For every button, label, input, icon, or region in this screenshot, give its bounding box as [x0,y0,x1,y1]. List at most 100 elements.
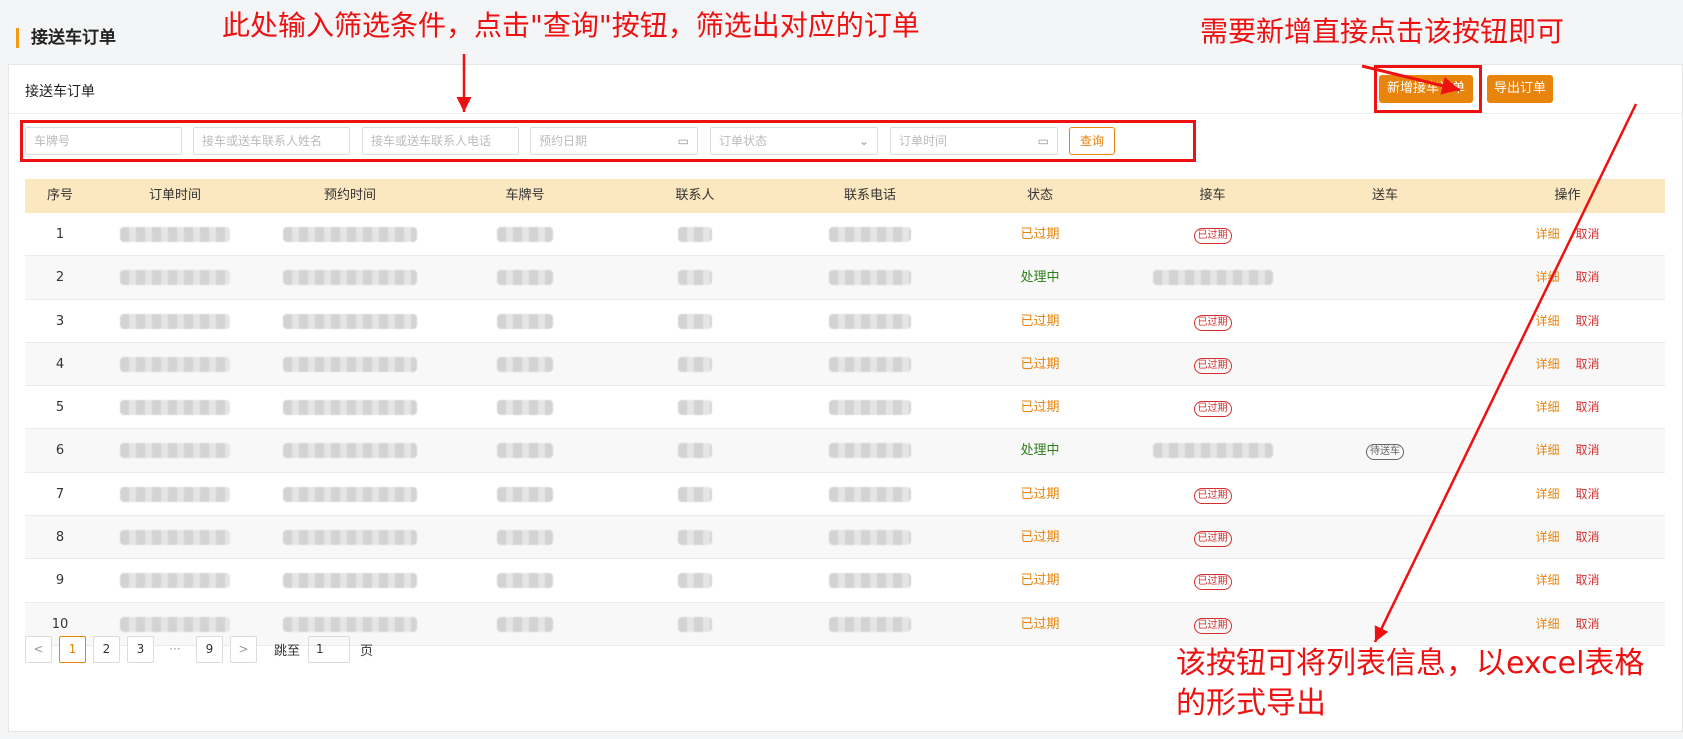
cell-phone-redacted [785,343,955,385]
pickup-redacted [1152,270,1273,286]
table-row: 6 处理中 待送车 详细 取消 [25,429,1665,473]
col-header-contact: 联系人 [675,188,715,203]
cell-booking-time-redacted [255,429,445,471]
detail-link[interactable]: 详细 [1535,270,1559,284]
cell-booking-time-redacted [255,300,445,342]
cell-dropoff [1300,300,1470,342]
page-button-last[interactable]: 9 [196,635,223,663]
cancel-link[interactable]: 取消 [1576,443,1600,457]
cancel-link[interactable]: 取消 [1576,270,1600,284]
pickup-tag: 已过期 [1193,574,1232,591]
cell-booking-time-redacted [255,343,445,385]
add-button-highlight-box [1374,65,1482,113]
cell-phone-redacted [785,256,955,298]
cell-status: 已过期 [1020,400,1060,416]
cell-order-time-redacted [95,300,255,342]
cell-dropoff: 待送车 [1300,429,1470,471]
col-header-status: 状态 [1026,188,1053,203]
detail-link[interactable]: 详细 [1535,314,1559,328]
detail-link[interactable]: 详细 [1535,573,1559,587]
cell-pickup: 已过期 [1125,300,1300,342]
cell-actions: 详细 取消 [1470,429,1665,471]
cell-status: 处理中 [1020,443,1060,459]
cancel-link[interactable]: 取消 [1576,227,1600,241]
table-row: 5 已过期 已过期 详细 取消 [25,386,1665,430]
detail-link[interactable]: 详细 [1535,487,1559,501]
cell-pickup: 已过期 [1125,603,1300,645]
order-table: 序号 订单时间 预约时间 车牌号 联系人 联系电话 状态 接车 送车 操作 1 已… [25,179,1665,646]
cell-no: 3 [55,313,65,329]
page-button-3[interactable]: 3 [127,635,154,663]
cell-booking-time-redacted [255,256,445,298]
cell-pickup: 已过期 [1125,559,1300,601]
col-header-no: 序号 [46,188,73,203]
cell-plate-redacted [445,603,605,645]
cancel-link[interactable]: 取消 [1576,573,1600,587]
export-order-button[interactable]: 导出订单 [1487,75,1553,103]
cell-dropoff [1300,386,1470,428]
cancel-link[interactable]: 取消 [1576,400,1600,414]
cell-order-time-redacted [95,429,255,471]
col-header-actions: 操作 [1554,188,1581,203]
cell-booking-time-redacted [255,559,445,601]
col-header-order-time: 订单时间 [148,188,201,203]
cancel-link[interactable]: 取消 [1576,530,1600,544]
cell-status: 已过期 [1020,616,1060,632]
jump-page-input[interactable]: 1 [308,635,351,663]
cell-actions: 详细 取消 [1470,603,1665,645]
cell-contact-redacted [605,386,785,428]
col-header-booking-time: 预约时间 [323,188,376,203]
cell-plate-redacted [445,473,605,515]
cell-status: 已过期 [1020,313,1060,329]
col-header-phone: 联系电话 [843,188,896,203]
cancel-link[interactable]: 取消 [1576,487,1600,501]
cell-booking-time-redacted [255,473,445,515]
page-button-1[interactable]: 1 [59,635,86,663]
table-row: 9 已过期 已过期 详细 取消 [25,559,1665,603]
cell-status: 处理中 [1020,270,1060,286]
cell-plate-redacted [445,386,605,428]
cell-no: 6 [55,443,65,459]
cell-dropoff [1300,256,1470,298]
detail-link[interactable]: 详细 [1535,400,1559,414]
detail-link[interactable]: 详细 [1535,357,1559,371]
cell-actions: 详细 取消 [1470,386,1665,428]
cell-dropoff [1300,473,1470,515]
cancel-link[interactable]: 取消 [1576,617,1600,631]
filter-highlight-box [20,120,1196,162]
cell-dropoff [1300,343,1470,385]
cell-pickup: 已过期 [1125,473,1300,515]
cancel-link[interactable]: 取消 [1576,314,1600,328]
detail-link[interactable]: 详细 [1535,443,1559,457]
cell-actions: 详细 取消 [1470,213,1665,255]
cell-order-time-redacted [95,343,255,385]
cell-phone-redacted [785,603,955,645]
table-row: 4 已过期 已过期 详细 取消 [25,342,1665,387]
detail-link[interactable]: 详细 [1535,530,1559,544]
detail-link[interactable]: 详细 [1535,617,1559,631]
filter-annotation: 此处输入筛选条件，点击"查询"按钮，筛选出对应的订单 [222,9,920,42]
cell-booking-time-redacted [255,213,445,255]
cancel-link[interactable]: 取消 [1576,357,1600,371]
detail-link[interactable]: 详细 [1535,227,1559,241]
prev-page-button[interactable]: < [25,635,52,663]
cell-phone-redacted [785,429,955,471]
cell-dropoff [1300,603,1470,645]
cell-contact-redacted [605,343,785,385]
cell-plate-redacted [445,256,605,298]
cell-actions: 详细 取消 [1470,516,1665,558]
pagination: < 1 2 3 ··· 9 > 跳至 1 页 [25,635,381,663]
next-page-button[interactable]: > [230,635,257,663]
cell-phone-redacted [785,386,955,428]
page-ellipsis[interactable]: ··· [161,642,189,656]
cell-actions: 详细 取消 [1470,473,1665,515]
cell-contact-redacted [605,603,785,645]
cell-no: 7 [55,486,65,502]
page-button-2[interactable]: 2 [93,635,120,663]
cell-contact-redacted [605,429,785,471]
cell-status: 已过期 [1020,486,1060,502]
cell-contact-redacted [605,213,785,255]
pickup-tag: 已过期 [1193,531,1232,548]
cell-order-time-redacted [95,256,255,298]
table-header: 序号 订单时间 预约时间 车牌号 联系人 联系电话 状态 接车 送车 操作 [25,179,1665,213]
